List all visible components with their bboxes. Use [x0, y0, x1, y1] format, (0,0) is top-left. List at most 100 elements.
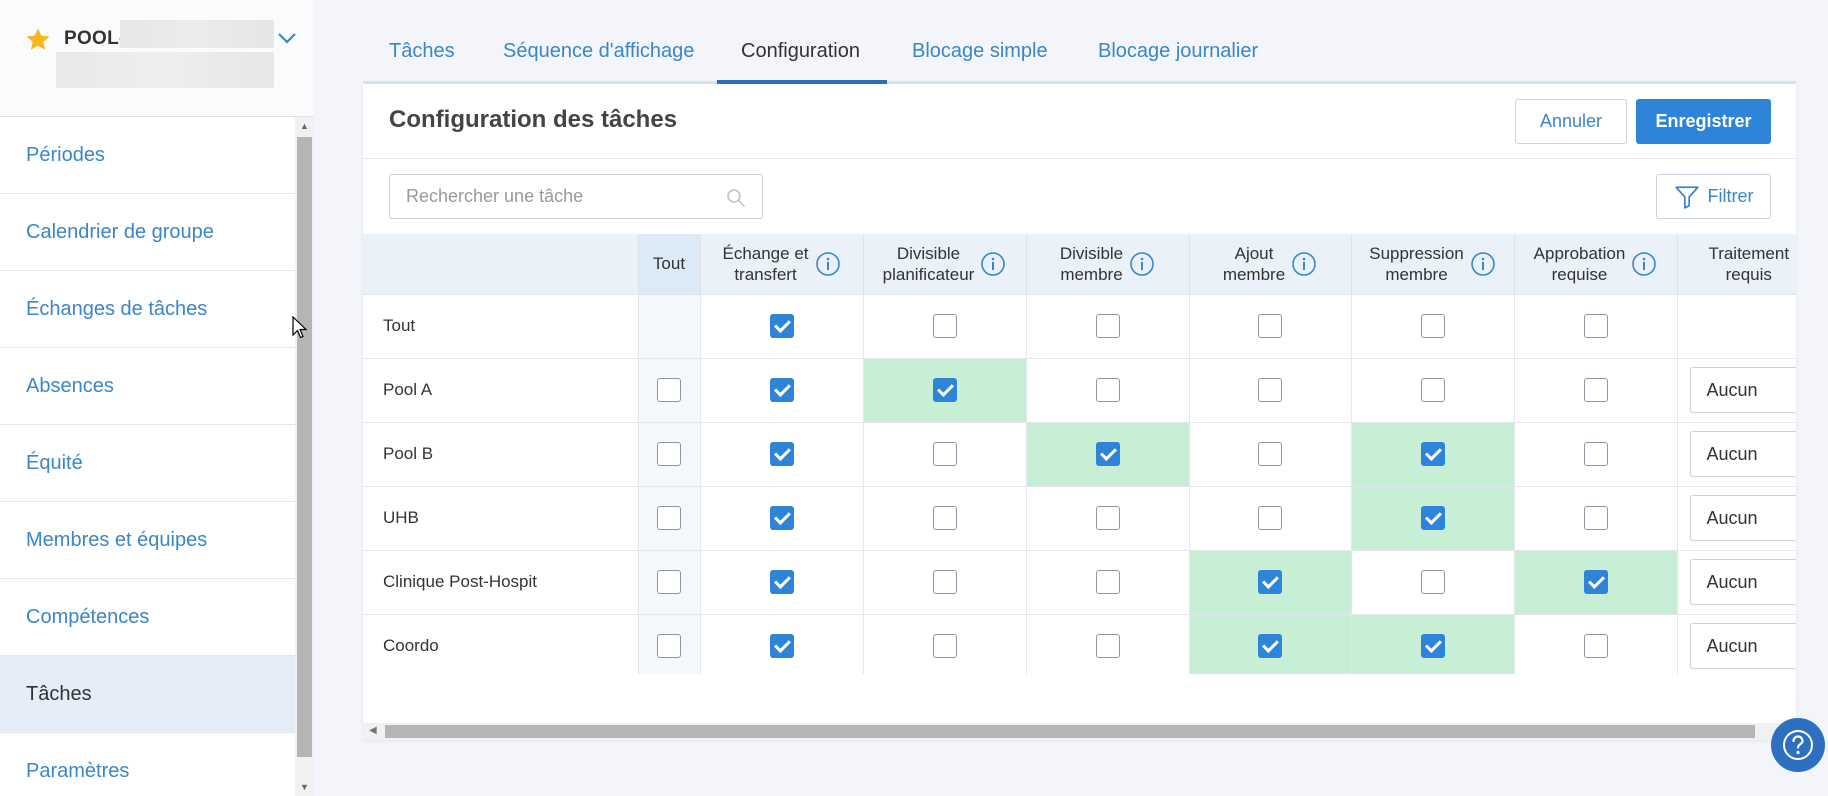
tab-taches[interactable]: Tâches: [389, 40, 455, 63]
checkbox-cell: [863, 357, 1027, 422]
checkbox-unchecked[interactable]: [1258, 378, 1282, 402]
scroll-left-icon[interactable]: ◀: [369, 725, 377, 736]
row-label: UHB: [363, 485, 639, 550]
checkbox-cell: [1026, 357, 1190, 422]
tab-blocage-simple[interactable]: Blocage simple: [912, 40, 1048, 63]
sidebar-item-echanges-taches[interactable]: Échanges de tâches: [0, 271, 295, 348]
sidebar-item-periodes[interactable]: Périodes: [0, 117, 295, 194]
checkbox-unchecked[interactable]: [657, 634, 681, 659]
checkbox-checked[interactable]: [1420, 442, 1445, 466]
checkbox-checked[interactable]: [1420, 506, 1445, 530]
sidebar-scroll-thumb[interactable]: [297, 137, 312, 757]
info-icon[interactable]: [1631, 251, 1657, 277]
checkbox-unchecked[interactable]: [1258, 314, 1282, 338]
table-horizontal-scrollbar[interactable]: ◀: [363, 723, 1796, 740]
row-label: Tout: [363, 293, 639, 358]
checkbox-unchecked[interactable]: [657, 570, 681, 594]
checkbox-unchecked[interactable]: [1258, 506, 1282, 530]
checkbox-cell: [700, 421, 864, 486]
sidebar-item-parametres[interactable]: Paramètres: [0, 733, 295, 796]
info-icon[interactable]: [980, 251, 1006, 277]
checkbox-unchecked[interactable]: [1420, 378, 1445, 402]
filter-button[interactable]: Filtrer: [1656, 174, 1771, 219]
checkbox-unchecked[interactable]: [1095, 634, 1120, 659]
checkbox-cell: [1514, 357, 1678, 422]
scroll-down-icon[interactable]: ▼: [299, 782, 310, 792]
checkbox-unchecked[interactable]: [932, 442, 957, 466]
info-icon[interactable]: [1129, 251, 1155, 277]
sidebar-item-absences[interactable]: Absences: [0, 348, 295, 425]
checkbox-unchecked[interactable]: [932, 634, 957, 659]
checkbox-unchecked[interactable]: [1095, 378, 1120, 402]
tab-blocage-journalier[interactable]: Blocage journalier: [1098, 40, 1258, 63]
traitement-cell: Aucun: [1677, 549, 1796, 614]
info-icon[interactable]: [1291, 251, 1317, 277]
checkbox-checked[interactable]: [769, 634, 794, 659]
filter-label: Filtrer: [1707, 186, 1754, 206]
info-icon[interactable]: [1470, 251, 1496, 277]
table-row: Pool B Aucun: [363, 421, 1796, 486]
checkbox-unchecked[interactable]: [1258, 442, 1282, 466]
traitement-select[interactable]: Aucun: [1689, 431, 1796, 477]
header-ajout-membre: Ajout membre: [1189, 234, 1352, 294]
checkbox-checked[interactable]: [932, 378, 957, 402]
checkbox-unchecked[interactable]: [657, 442, 681, 466]
row-label: Clinique Post-Hospit: [363, 549, 639, 614]
checkbox-unchecked[interactable]: [1095, 506, 1120, 530]
tab-sequence-affichage[interactable]: Séquence d'affichage: [503, 40, 694, 63]
checkbox-checked[interactable]: [1583, 570, 1608, 594]
checkbox-unchecked[interactable]: [932, 506, 957, 530]
row-label: Pool B: [363, 421, 639, 486]
checkbox-checked[interactable]: [769, 378, 794, 402]
tab-configuration[interactable]: Configuration: [741, 40, 860, 63]
search-input[interactable]: [390, 175, 710, 218]
checkbox-unchecked[interactable]: [1583, 634, 1608, 659]
checkbox-checked[interactable]: [1258, 570, 1282, 594]
traitement-select[interactable]: Aucun: [1689, 559, 1796, 605]
checkbox-unchecked[interactable]: [1420, 314, 1445, 338]
chevron-down-icon[interactable]: [276, 30, 298, 46]
help-button[interactable]: [1771, 718, 1825, 772]
sidebar-scrollbar[interactable]: ▲ ▼: [295, 117, 314, 796]
checkbox-checked[interactable]: [769, 570, 794, 594]
checkbox-cell: [1514, 293, 1678, 358]
checkbox-unchecked[interactable]: [1095, 314, 1120, 338]
checkbox-unchecked[interactable]: [1583, 314, 1608, 338]
info-icon[interactable]: [815, 251, 841, 277]
checkbox-unchecked[interactable]: [657, 378, 681, 402]
checkbox-checked[interactable]: [1095, 442, 1120, 466]
sidebar-item-membres-equipes[interactable]: Membres et équipes: [0, 502, 295, 579]
checkbox-cell: [700, 357, 864, 422]
checkbox-unchecked[interactable]: [932, 314, 957, 338]
checkbox-unchecked[interactable]: [657, 506, 681, 530]
checkbox-checked[interactable]: [769, 314, 794, 338]
checkbox-cell: [1026, 485, 1190, 550]
table-scroll-thumb[interactable]: [385, 725, 1755, 738]
checkbox-checked[interactable]: [1420, 634, 1445, 659]
traitement-select[interactable]: Aucun: [1689, 495, 1796, 541]
scroll-up-icon[interactable]: ▲: [299, 121, 310, 131]
sidebar-item-calendrier-groupe[interactable]: Calendrier de groupe: [0, 194, 295, 271]
sidebar-item-competences[interactable]: Compétences: [0, 579, 295, 656]
sidebar-item-equite[interactable]: Équité: [0, 425, 295, 502]
search-icon: [727, 189, 746, 208]
checkbox-cell: [700, 485, 864, 550]
checkbox-unchecked[interactable]: [932, 570, 957, 594]
checkbox-checked[interactable]: [769, 506, 794, 530]
traitement-cell: Aucun: [1677, 485, 1796, 550]
sidebar: POOL- Périodes Calendrier de groupe Écha…: [0, 0, 314, 796]
traitement-select[interactable]: Aucun: [1689, 367, 1796, 413]
checkbox-checked[interactable]: [1258, 634, 1282, 659]
checkbox-unchecked[interactable]: [1420, 570, 1445, 594]
checkbox-unchecked[interactable]: [1095, 570, 1120, 594]
checkbox-checked[interactable]: [769, 442, 794, 466]
checkbox-unchecked[interactable]: [1583, 378, 1608, 402]
cancel-button[interactable]: Annuler: [1515, 99, 1627, 144]
checkbox-unchecked[interactable]: [1583, 442, 1608, 466]
tasks-table-wrapper: Tout Échange et transfert Divisible planif…: [363, 234, 1796, 674]
checkbox-unchecked[interactable]: [1583, 506, 1608, 530]
sidebar-item-taches[interactable]: Tâches: [0, 656, 295, 733]
traitement-select[interactable]: Aucun: [1689, 623, 1796, 670]
save-button[interactable]: Enregistrer: [1636, 99, 1771, 144]
pool-header[interactable]: POOL-: [0, 0, 314, 117]
